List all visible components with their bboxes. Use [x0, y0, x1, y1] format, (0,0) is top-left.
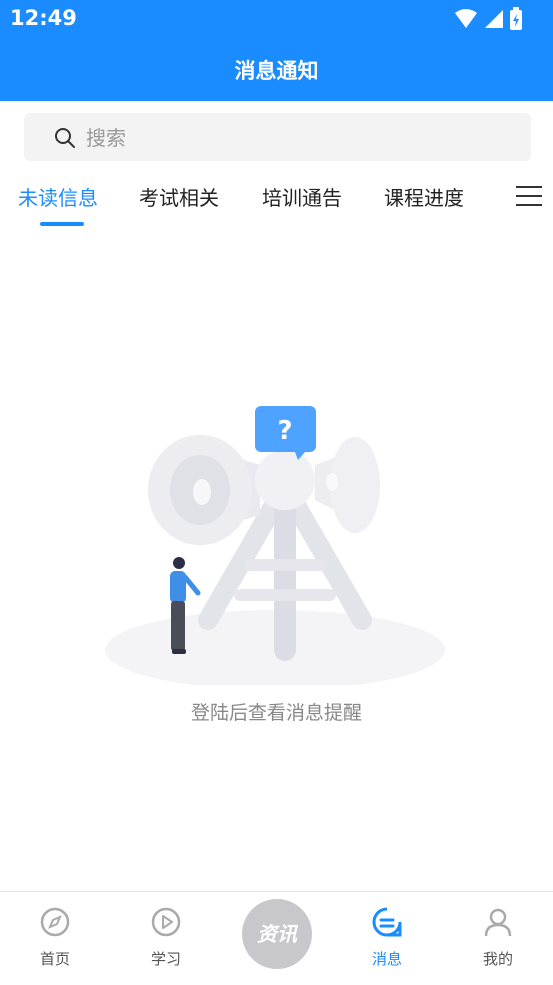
nav-home-label: 首页 [39, 950, 70, 968]
tab-exam[interactable]: 考试相关 [139, 182, 219, 211]
empty-state-illustration: ? [105, 406, 445, 685]
status-icons [455, 7, 522, 30]
message-icon [372, 907, 402, 937]
nav-study[interactable]: 学习 [111, 892, 221, 985]
nav-messages[interactable]: 消息 [332, 892, 442, 985]
tab-active-indicator [40, 222, 84, 226]
status-time: 12:49 [10, 6, 77, 30]
nav-profile[interactable]: 我的 [443, 892, 553, 985]
wifi-icon [455, 9, 477, 28]
nav-messages-label: 消息 [371, 950, 402, 968]
tab-course-progress[interactable]: 课程进度 [384, 182, 464, 211]
nav-study-label: 学习 [150, 950, 181, 968]
tab-unread[interactable]: 未读信息 [18, 182, 98, 211]
nav-home[interactable]: 首页 [0, 892, 110, 985]
megaphone-icon [148, 435, 260, 545]
page-title: 消息通知 [234, 59, 319, 83]
nav-profile-label: 我的 [482, 950, 513, 968]
battery-icon [510, 7, 522, 30]
tab-bar: 未读信息 考试相关 培训通告 课程进度 [0, 178, 553, 232]
tab-training[interactable]: 培训通告 [262, 182, 342, 211]
compass-icon [40, 907, 70, 937]
tab-menu-icon[interactable] [516, 184, 542, 208]
news-center-button[interactable]: 资讯 [242, 899, 312, 969]
search-icon [55, 128, 75, 148]
megaphone-right-icon [315, 437, 380, 533]
search-bar[interactable] [24, 113, 531, 163]
user-icon [484, 908, 512, 937]
play-icon [151, 907, 181, 937]
app-header: 12:49 消息通知 [0, 0, 553, 101]
question-bubble-icon: ? [255, 406, 316, 460]
signal-icon [485, 10, 503, 28]
svg-text:?: ? [277, 416, 292, 446]
bottom-navigation: 首页 学习 资讯 消息 我的 [0, 891, 553, 985]
search-input[interactable] [84, 113, 508, 163]
empty-state-message: 登陆后查看消息提醒 [190, 702, 362, 724]
